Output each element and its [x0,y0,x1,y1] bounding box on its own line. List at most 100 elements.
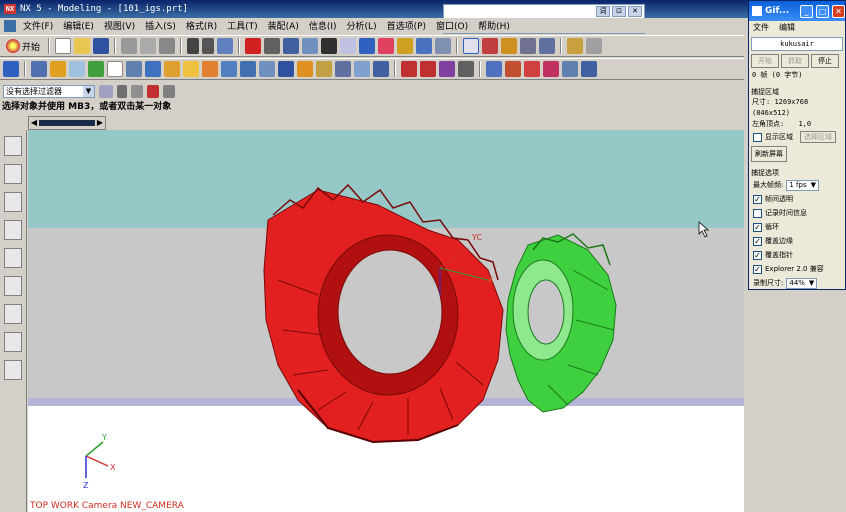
through-curves-icon[interactable] [524,61,540,77]
analysis-icon[interactable] [520,38,537,54]
open-folder-icon[interactable] [74,38,91,54]
view-icon[interactable] [359,38,376,54]
ruled-icon[interactable] [543,61,559,77]
type-filter-select[interactable]: 没有选择过滤器 ▼ [3,85,95,98]
new-file-icon[interactable] [55,38,72,54]
datum-icon[interactable] [88,61,104,77]
hole-icon[interactable] [164,61,180,77]
max-fps-select[interactable]: 1 fps ▼ [786,179,819,191]
reuse-library-icon[interactable] [4,248,22,268]
chevron-left-icon[interactable]: ◀ [29,117,39,129]
history-icon[interactable] [4,220,22,240]
menu-window[interactable]: 窗口(O) [431,19,473,32]
menu-insert[interactable]: 插入(S) [140,19,181,32]
shaded-icon[interactable] [378,38,395,54]
frame-transparent-checkbox[interactable]: ✓ [753,194,762,204]
pattern-icon[interactable] [373,61,389,77]
palette-icon[interactable] [4,276,22,296]
shell-icon[interactable] [354,61,370,77]
select-icon[interactable] [217,38,234,54]
surface-icon[interactable] [486,61,502,77]
minimize-icon[interactable]: _ [800,4,813,18]
cylinder-icon[interactable] [145,61,161,77]
roles-icon[interactable] [4,332,22,352]
web-browser-icon[interactable] [4,360,22,380]
close-icon[interactable]: ✕ [832,4,845,18]
document-tab[interactable] [39,120,95,126]
boss-icon[interactable] [183,61,199,77]
zoom-icon[interactable] [283,38,300,54]
menu-tools[interactable]: 工具(T) [222,19,263,32]
pocket-icon[interactable] [202,61,218,77]
sweep-icon[interactable] [69,61,85,77]
sketch-icon[interactable] [3,61,19,77]
menu-file[interactable]: 文件(F) [18,19,58,32]
magnify-icon[interactable] [302,38,319,54]
slot-icon[interactable] [221,61,237,77]
menu-info[interactable]: 信息(I) [304,19,342,32]
popup-restore-icon[interactable]: ⊡ [612,6,626,17]
plane-icon[interactable] [107,61,123,77]
measure-icon[interactable] [501,38,518,54]
chevron-down-icon[interactable]: ▼ [83,86,94,97]
loop-checkbox[interactable]: ✓ [753,222,762,232]
save-icon[interactable] [93,38,110,54]
rotate-icon[interactable] [321,38,338,54]
constraint-navigator-icon[interactable] [4,164,22,184]
line-icon[interactable] [401,61,417,77]
blend-icon[interactable] [316,61,332,77]
block-icon[interactable] [126,61,142,77]
start-button[interactable]: 开始 [3,39,43,53]
cover-pointer-checkbox[interactable]: ✓ [753,250,762,260]
refresh-screen-button[interactable]: 刷新屏幕 [751,146,787,162]
wcs-icon[interactable] [463,38,480,54]
popup-close-icon[interactable]: ✕ [628,6,642,17]
menu-help[interactable]: 帮助(H) [473,19,515,32]
unite-icon[interactable] [259,61,275,77]
cube-view-icon[interactable] [416,38,433,54]
snap-point-icon[interactable] [117,85,127,98]
curve-icon[interactable] [458,61,474,77]
extrude-icon[interactable] [31,61,47,77]
undo-icon[interactable] [187,38,200,54]
record-time-checkbox[interactable] [753,208,762,218]
menu-analysis[interactable]: 分析(L) [342,19,382,32]
capture-button[interactable]: 抓取 [781,54,809,68]
gif-menu-edit[interactable]: 编辑 [779,22,795,33]
zoom-window-icon[interactable] [264,38,281,54]
menu-format[interactable]: 格式(R) [181,19,222,32]
cut-icon[interactable] [121,38,138,54]
show-area-checkbox[interactable] [753,132,762,142]
intersect-icon[interactable] [297,61,313,77]
dimension-icon[interactable] [586,38,603,54]
selection-scope-icon[interactable] [99,85,113,98]
maximize-icon[interactable]: □ [816,4,829,18]
menu-assembly[interactable]: 装配(A) [263,19,304,32]
popup-button-word[interactable]: 词 [596,6,610,17]
revolve-icon[interactable] [50,61,66,77]
explorer-compat-checkbox[interactable]: ✓ [753,264,762,274]
start-record-button[interactable]: 开始 [751,54,779,68]
assembly-navigator-icon[interactable] [4,136,22,156]
display-icon[interactable] [435,38,452,54]
record-size-select[interactable]: 44% ▼ [786,277,818,289]
paste-icon[interactable] [159,38,176,54]
stop-button[interactable]: 停止 [811,54,839,68]
select-all-icon[interactable] [163,85,175,98]
mesh-icon[interactable] [505,61,521,77]
pan-icon[interactable] [340,38,357,54]
snap-icon[interactable] [482,38,499,54]
cover-border-checkbox[interactable]: ✓ [753,236,762,246]
select-area-button[interactable]: 选择区域 [800,131,836,143]
redo-icon[interactable] [202,38,215,54]
ruler-icon[interactable] [567,38,584,54]
system-materials-icon[interactable] [4,304,22,324]
menu-preferences[interactable]: 首选项(P) [382,19,431,32]
menu-view[interactable]: 视图(V) [99,19,140,32]
groove-icon[interactable] [240,61,256,77]
chamfer-icon[interactable] [335,61,351,77]
arc-icon[interactable] [420,61,436,77]
trim-icon[interactable] [581,61,597,77]
system-menu-icon[interactable] [4,19,16,32]
gif-menu-file[interactable]: 文件 [753,22,769,33]
